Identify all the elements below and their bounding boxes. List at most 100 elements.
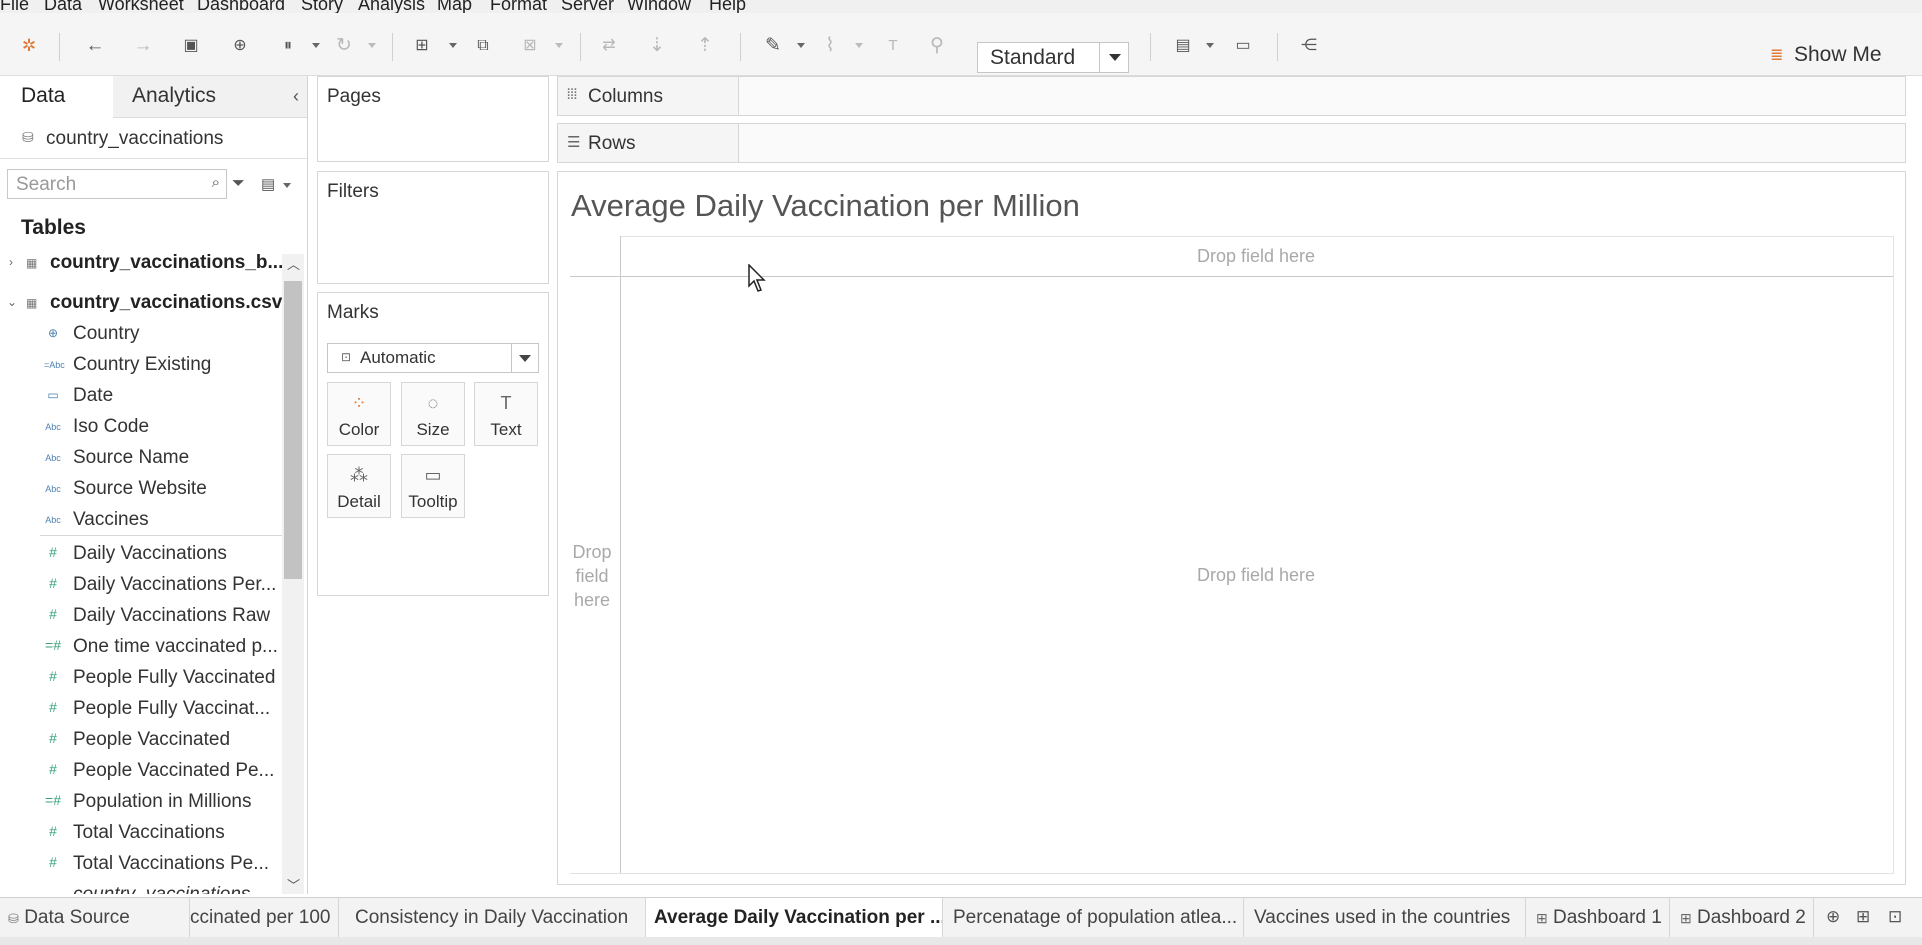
field-date[interactable]: ▭ Date: [0, 381, 280, 411]
datasource-row[interactable]: ⛁ country_vaccinations: [0, 118, 307, 159]
table-item[interactable]: › ▦ country_vaccinations_b...: [0, 249, 283, 279]
menu-format[interactable]: Format: [490, 0, 547, 13]
view-options-icon[interactable]: ▤: [261, 175, 275, 193]
datasource-name: country_vaccinations: [46, 128, 224, 149]
group-members-icon[interactable]: ⌇: [819, 35, 841, 57]
field-iso-code[interactable]: Abc Iso Code: [0, 412, 280, 442]
color-button[interactable]: ⁘ Color: [327, 382, 391, 446]
new-data-source-icon[interactable]: ⊕: [229, 35, 251, 57]
chevron-down-icon[interactable]: [511, 344, 538, 372]
search-input[interactable]: [8, 170, 208, 200]
automatic-mark-icon: ⊡: [341, 350, 352, 364]
tooltip-label: Tooltip: [408, 492, 458, 511]
sort-ascending-icon[interactable]: ⇣: [646, 35, 668, 57]
clear-sheet-icon[interactable]: ⊠: [519, 35, 541, 57]
field-measure[interactable]: # People Fully Vaccinat...: [0, 694, 280, 724]
sheet-title[interactable]: Average Daily Vaccination per Million: [571, 188, 1080, 224]
tab-data-source[interactable]: ⛁ Data Source: [0, 898, 190, 938]
menu-dashboard[interactable]: Dashboard: [197, 0, 285, 13]
field-measure[interactable]: =# Population in Millions: [0, 787, 280, 817]
swap-rows-columns-icon[interactable]: ⇄: [598, 35, 620, 57]
field-measure[interactable]: # Total Vaccinations: [0, 818, 280, 848]
tab-data[interactable]: Data: [0, 76, 113, 118]
tab-dashboard[interactable]: ⊞ Dashboard 1: [1526, 898, 1670, 938]
new-dashboard-icon[interactable]: ⊞: [1856, 907, 1870, 927]
highlight-icon[interactable]: ✎: [762, 35, 784, 57]
presentation-mode-icon[interactable]: ▭: [1232, 35, 1254, 57]
redo-icon[interactable]: →: [132, 35, 154, 57]
share-icon[interactable]: ⋲: [1298, 35, 1320, 57]
tab-sheet[interactable]: Vaccines used in the countries: [1244, 898, 1526, 938]
field-measure[interactable]: # People Vaccinated: [0, 725, 280, 755]
save-icon[interactable]: ▣: [180, 35, 202, 57]
menu-help[interactable]: Help: [709, 0, 746, 13]
menu-data[interactable]: Data: [44, 0, 82, 13]
tab-sheet[interactable]: ccinated per 100: [190, 898, 339, 938]
new-worksheet-icon[interactable]: ⊕: [1826, 907, 1840, 927]
pause-updates-icon[interactable]: ⏸: [277, 35, 299, 57]
pages-shelf[interactable]: Pages: [317, 76, 549, 162]
search-field[interactable]: ⌕: [7, 169, 227, 200]
drop-zone-columns[interactable]: Drop field here: [1156, 246, 1356, 267]
field-measure[interactable]: # People Fully Vaccinated: [0, 663, 280, 693]
text-button[interactable]: T Text: [474, 382, 538, 446]
scroll-down-icon[interactable]: ﹀: [287, 875, 300, 894]
show-mark-labels-icon[interactable]: T: [882, 35, 904, 57]
chevron-down-icon[interactable]: ⌄: [7, 295, 17, 309]
menu-analysis[interactable]: Analysis: [358, 0, 425, 13]
tab-sheet-active[interactable]: Average Daily Vaccination per ...: [646, 898, 943, 938]
detail-button[interactable]: ⁂ Detail: [327, 454, 391, 518]
show-cards-icon[interactable]: ▤: [1172, 35, 1194, 57]
fit-dropdown[interactable]: Standard: [977, 42, 1129, 73]
field-measure[interactable]: # Total Vaccinations Pe...: [0, 849, 280, 879]
scroll-up-icon[interactable]: ︿: [287, 254, 300, 273]
filter-icon[interactable]: ⏷: [232, 175, 245, 193]
field-vaccines[interactable]: Abc Vaccines: [0, 505, 280, 535]
menu-map[interactable]: Map: [437, 0, 472, 13]
search-icon[interactable]: ⌕: [212, 174, 220, 191]
sort-descending-icon[interactable]: ⇡: [694, 35, 716, 57]
new-story-icon[interactable]: ⊡: [1888, 907, 1902, 927]
tab-label: Average Daily Vaccination per ...: [654, 907, 943, 928]
collapse-pane-icon[interactable]: ‹: [293, 76, 299, 116]
menu-story[interactable]: Story: [301, 0, 343, 13]
menu-server[interactable]: Server: [561, 0, 614, 13]
tab-sheet[interactable]: Percenatage of population atlea...: [943, 898, 1244, 938]
refresh-icon[interactable]: ↻: [333, 35, 355, 57]
undo-icon[interactable]: ←: [84, 35, 106, 57]
field-source-website[interactable]: Abc Source Website: [0, 474, 280, 504]
field-measure[interactable]: # People Vaccinated Pe...: [0, 756, 280, 786]
tab-analytics[interactable]: Analytics ‹: [113, 76, 307, 118]
field-measure[interactable]: # Daily Vaccinations Raw: [0, 601, 280, 631]
view-options-caret-icon[interactable]: [283, 183, 291, 188]
tooltip-button[interactable]: ▭ Tooltip: [401, 454, 465, 518]
field-measure[interactable]: # Daily Vaccinations: [0, 539, 280, 569]
filters-shelf[interactable]: Filters: [317, 171, 549, 284]
tab-sheet[interactable]: Consistency in Daily Vaccination: [339, 898, 646, 938]
field-country-existing[interactable]: =Abc Country Existing: [0, 350, 280, 380]
size-button[interactable]: ◌ Size: [401, 382, 465, 446]
field-source-name[interactable]: Abc Source Name: [0, 443, 280, 473]
drop-zone-center[interactable]: Drop field here: [1156, 565, 1356, 586]
menu-window[interactable]: Window: [627, 0, 691, 13]
calculated-number-icon: =#: [45, 792, 61, 808]
scrollbar-thumb[interactable]: [284, 281, 302, 579]
table-item[interactable]: ⌄ ▦ country_vaccinations.csv: [0, 289, 282, 319]
field-country[interactable]: ⊕ Country: [0, 319, 280, 349]
chevron-right-icon[interactable]: ›: [9, 255, 13, 269]
tab-dashboard[interactable]: ⊞ Dashboard 2: [1670, 898, 1814, 938]
field-measure[interactable]: country_vaccinations...: [0, 880, 280, 894]
columns-shelf[interactable]: ⦙⦙⦙ Columns: [557, 76, 1906, 116]
menu-file[interactable]: File: [0, 0, 29, 13]
duplicate-sheet-icon[interactable]: ⧉: [472, 35, 494, 57]
fix-axes-icon[interactable]: ⚲: [926, 35, 948, 57]
chevron-down-icon[interactable]: [1099, 43, 1128, 72]
new-worksheet-icon[interactable]: ⊞: [411, 35, 433, 57]
field-measure[interactable]: # Daily Vaccinations Per...: [0, 570, 280, 600]
tableau-logo-icon[interactable]: ✲: [18, 35, 40, 57]
rows-shelf[interactable]: ☰ Rows: [557, 123, 1906, 163]
menu-worksheet[interactable]: Worksheet: [98, 0, 184, 13]
mark-type-dropdown[interactable]: ⊡ Automatic: [327, 343, 539, 373]
drop-zone-rows[interactable]: Drop field here: [568, 540, 616, 612]
field-measure[interactable]: =# One time vaccinated p...: [0, 632, 280, 662]
